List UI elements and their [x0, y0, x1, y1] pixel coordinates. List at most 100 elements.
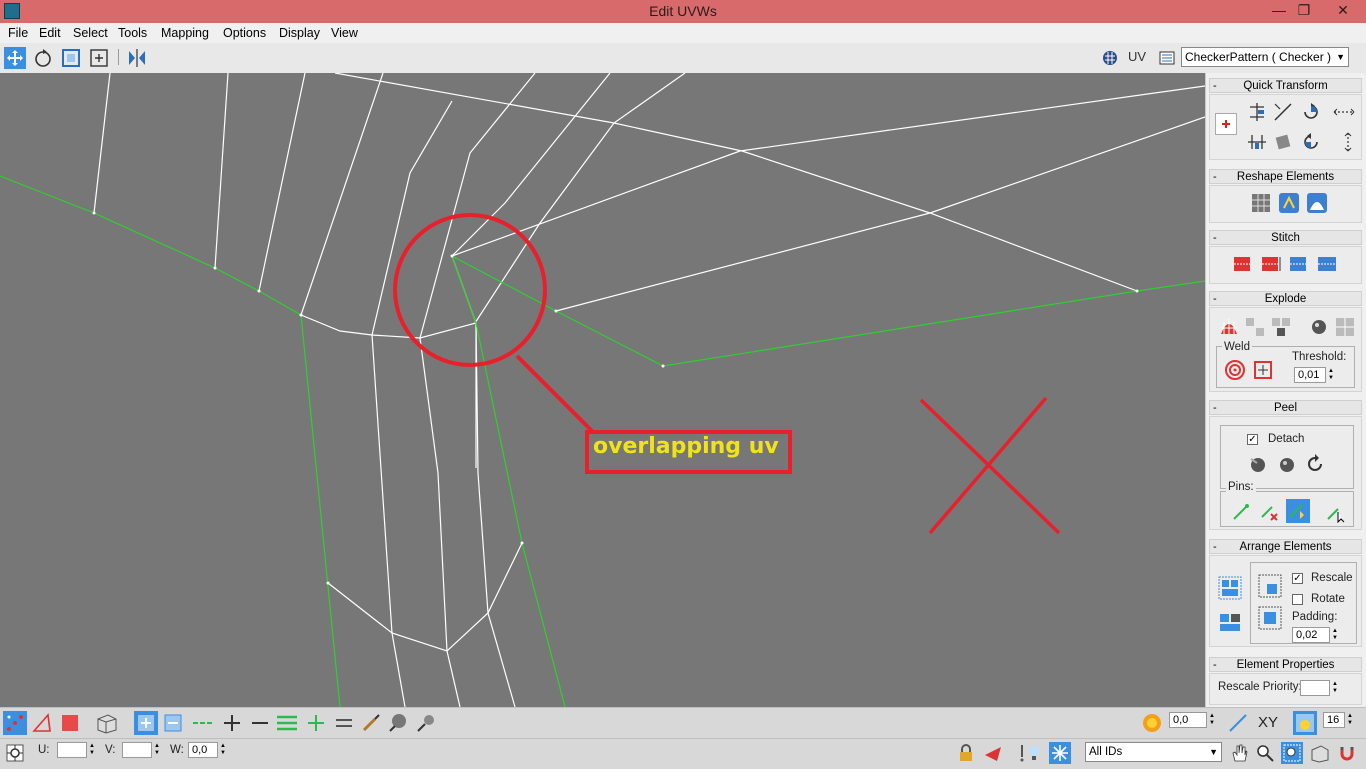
freeze-icon[interactable]	[1049, 742, 1071, 764]
align-horizontal-icon[interactable]	[1246, 101, 1268, 123]
auto-pin-moved-icon[interactable]	[1286, 499, 1310, 523]
absolute-offset-icon[interactable]	[4, 742, 26, 764]
v-input[interactable]	[122, 742, 152, 758]
break-icon[interactable]	[1218, 316, 1240, 338]
pack-normalize-icon[interactable]	[1218, 576, 1242, 600]
stitch-average-icon[interactable]	[1288, 253, 1310, 275]
padding-spinner-arrows[interactable]: ▲ ▼	[1331, 628, 1339, 642]
menu-tools[interactable]: Tools	[114, 23, 151, 43]
menu-select[interactable]: Select	[69, 23, 112, 43]
relax-icon[interactable]	[1278, 192, 1300, 214]
flatten-icon[interactable]	[1308, 316, 1330, 338]
threshold-input[interactable]: 0,01	[1294, 367, 1326, 383]
checker-toggle-icon[interactable]	[1099, 47, 1121, 69]
collapse-icon[interactable]: -	[1213, 401, 1217, 415]
xy-label[interactable]: XY	[1258, 714, 1278, 731]
uv-editor-viewport[interactable]	[0, 73, 1205, 707]
collapse-icon[interactable]: -	[1213, 292, 1217, 306]
rollout-peel-header[interactable]: - Peel	[1209, 400, 1362, 415]
hide-icon[interactable]	[983, 742, 1005, 764]
rotate-checkbox[interactable]	[1292, 594, 1303, 605]
pack-settings-icon[interactable]	[1258, 606, 1282, 630]
rescale-priority-input[interactable]	[1300, 680, 1330, 696]
grow-selection-icon[interactable]	[134, 711, 158, 735]
zoom-region-icon[interactable]	[1281, 742, 1303, 764]
move-icon[interactable]	[4, 47, 26, 69]
freeform-icon[interactable]	[88, 47, 110, 69]
angle-spinner-arrows[interactable]: ▲ ▼	[1208, 713, 1216, 727]
collapse-icon[interactable]: -	[1213, 540, 1217, 554]
angle-input[interactable]: 0,0	[1169, 712, 1207, 728]
detach-checkbox[interactable]: ✓	[1247, 434, 1258, 445]
loop-shrink-icon[interactable]	[248, 711, 272, 735]
loop-grow-icon[interactable]	[220, 711, 244, 735]
menu-options[interactable]: Options	[219, 23, 270, 43]
threshold-spinner-arrows[interactable]: ▲ ▼	[1327, 368, 1335, 382]
space-vertical-icon[interactable]	[1340, 131, 1362, 153]
polygon-mode-icon[interactable]	[58, 711, 82, 735]
rescale-checkbox[interactable]: ✓	[1292, 573, 1303, 584]
lock-icon[interactable]	[955, 742, 977, 764]
rollout-stitch-header[interactable]: - Stitch	[1209, 230, 1362, 245]
zoom-extents-icon[interactable]	[1309, 742, 1331, 764]
straighten-selection-icon[interactable]	[1250, 192, 1272, 214]
edit-pins-icon[interactable]	[1230, 501, 1252, 523]
soft-select-icon[interactable]	[386, 711, 410, 735]
pack-together-icon[interactable]	[1218, 610, 1240, 632]
collapse-icon[interactable]: -	[1213, 658, 1217, 672]
mirror-icon[interactable]	[126, 47, 148, 69]
collapse-icon[interactable]: -	[1213, 79, 1217, 93]
menu-file[interactable]: File	[4, 23, 32, 43]
pack-custom-icon[interactable]	[1258, 574, 1282, 598]
vertex-mode-icon[interactable]	[3, 711, 27, 735]
rollout-element-properties-header[interactable]: - Element Properties	[1209, 657, 1362, 672]
lightbulb-icon[interactable]	[1023, 742, 1045, 764]
rescale-priority-spinner-arrows[interactable]: ▲ ▼	[1331, 681, 1339, 695]
loop-select-icon[interactable]	[191, 711, 215, 735]
menu-edit[interactable]: Edit	[35, 23, 65, 43]
zoom-icon[interactable]	[1254, 742, 1276, 764]
ids-dropdown[interactable]: All IDs ▼	[1085, 742, 1222, 762]
explode-by-smoothing-icon[interactable]	[1270, 316, 1292, 338]
weld-target-icon[interactable]	[1224, 359, 1246, 381]
grid-spinner-arrows[interactable]: ▲ ▼	[1346, 713, 1354, 727]
explode-settings-icon[interactable]	[1334, 316, 1356, 338]
close-button[interactable]: ✕	[1328, 0, 1358, 22]
restore-button[interactable]: ❐	[1291, 0, 1317, 22]
ring-grow-icon[interactable]	[304, 711, 328, 735]
texture-list-icon[interactable]	[1156, 47, 1178, 69]
pivot-icon[interactable]	[1215, 113, 1237, 135]
explode-by-polygroups-icon[interactable]	[1244, 316, 1266, 338]
menu-display[interactable]: Display	[275, 23, 324, 43]
element-mode-icon[interactable]	[95, 711, 119, 735]
stitch-to-target-icon[interactable]	[1232, 253, 1254, 275]
rotate-icon[interactable]	[32, 47, 54, 69]
rotate-plus-90-icon[interactable]	[1300, 101, 1322, 123]
uv-wireframe[interactable]	[0, 73, 1205, 707]
align-diagonal-icon[interactable]	[1272, 101, 1294, 123]
grid-input[interactable]: 16	[1323, 712, 1345, 728]
straighten-icon[interactable]	[1272, 131, 1294, 153]
edge-mode-icon[interactable]	[30, 711, 54, 735]
align-vertical-icon[interactable]	[1246, 131, 1268, 153]
relax-settings-icon[interactable]	[1306, 192, 1328, 214]
texture-dropdown[interactable]: CheckerPattern ( Checker ) ▼	[1181, 47, 1349, 67]
collapse-icon[interactable]: -	[1213, 231, 1217, 245]
rollout-reshape-header[interactable]: - Reshape Elements	[1209, 169, 1362, 184]
w-spinner-arrows[interactable]: ▲ ▼	[219, 743, 227, 757]
magnet-icon[interactable]	[1336, 742, 1358, 764]
brush-size-icon[interactable]	[414, 711, 438, 735]
reset-peel-icon[interactable]	[1304, 453, 1326, 475]
u-spinner-arrows[interactable]: ▲ ▼	[88, 743, 96, 757]
rotate-minus-90-icon[interactable]	[1300, 131, 1322, 153]
menu-view[interactable]: View	[327, 23, 362, 43]
v-spinner-arrows[interactable]: ▲ ▼	[153, 743, 161, 757]
grid-snap-icon[interactable]	[1293, 711, 1317, 735]
peel-mode-icon[interactable]	[1276, 453, 1298, 475]
stitch-custom-icon[interactable]	[1316, 253, 1338, 275]
w-input[interactable]: 0,0	[188, 742, 218, 758]
ring-shrink-icon[interactable]	[332, 711, 356, 735]
remove-pins-icon[interactable]	[1258, 501, 1280, 523]
u-input[interactable]	[57, 742, 87, 758]
ring-select-icon[interactable]	[275, 711, 299, 735]
